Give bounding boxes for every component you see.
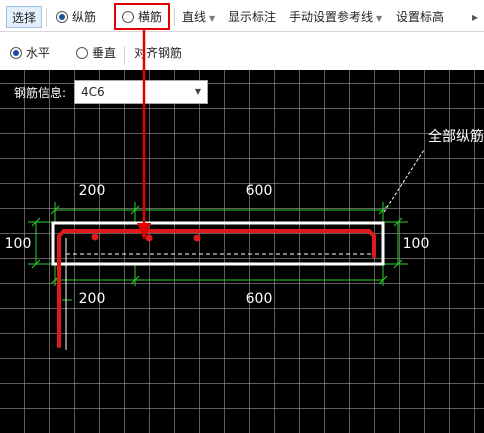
radio-checked-icon xyxy=(56,11,68,23)
radio-checked-icon xyxy=(10,47,22,59)
set-elevation-button[interactable]: 设置标高 xyxy=(392,6,448,28)
toolbar-divider xyxy=(46,8,47,26)
chevron-down-icon: ▼ xyxy=(376,14,383,23)
rebar-info-label: 钢筋信息: xyxy=(14,86,67,100)
rebar-value: 4C6 xyxy=(81,85,105,99)
straight-line-label: 直线 xyxy=(182,10,207,24)
align-rebar-button[interactable]: 对齐钢筋 xyxy=(130,42,186,64)
manual-reference-line-dropdown[interactable]: 手动设置参考线 ▼ xyxy=(285,6,386,28)
main-toolbar: 选择 纵筋 横筋 直线 ▼ 显示标注 手动设置参考线 ▼ 设置标高 ▸ xyxy=(0,0,484,32)
straight-line-dropdown[interactable]: 直线 ▼ xyxy=(178,6,219,28)
toolbar-divider xyxy=(124,46,125,64)
radio-unchecked-icon xyxy=(76,47,88,59)
vertical-label: 垂直 xyxy=(92,46,117,60)
select-button[interactable]: 选择 xyxy=(6,6,42,28)
horizontal-label: 水平 xyxy=(26,46,51,60)
horizontal-radio[interactable]: 水平 xyxy=(6,42,54,64)
toolbar-overflow-icon[interactable]: ▸ xyxy=(468,6,482,28)
dropdown-arrow-icon: ▼ xyxy=(194,87,201,96)
vertical-radio[interactable]: 垂直 xyxy=(72,42,120,64)
toolbar-divider xyxy=(174,8,175,26)
longitudinal-radio[interactable]: 纵筋 xyxy=(52,6,100,28)
longitudinal-label: 纵筋 xyxy=(72,10,97,24)
chevron-down-icon: ▼ xyxy=(209,14,216,23)
direction-toolbar: 水平 垂直 对齐钢筋 xyxy=(0,36,484,70)
manual-reference-line-label: 手动设置参考线 xyxy=(289,10,374,24)
drawing-canvas[interactable]: 钢筋信息: 4C6 ▼ xyxy=(0,70,484,433)
show-dimensions-button[interactable]: 显示标注 xyxy=(224,6,280,28)
highlight-box xyxy=(114,3,170,30)
rebar-info-select[interactable]: 4C6 ▼ xyxy=(74,80,208,104)
